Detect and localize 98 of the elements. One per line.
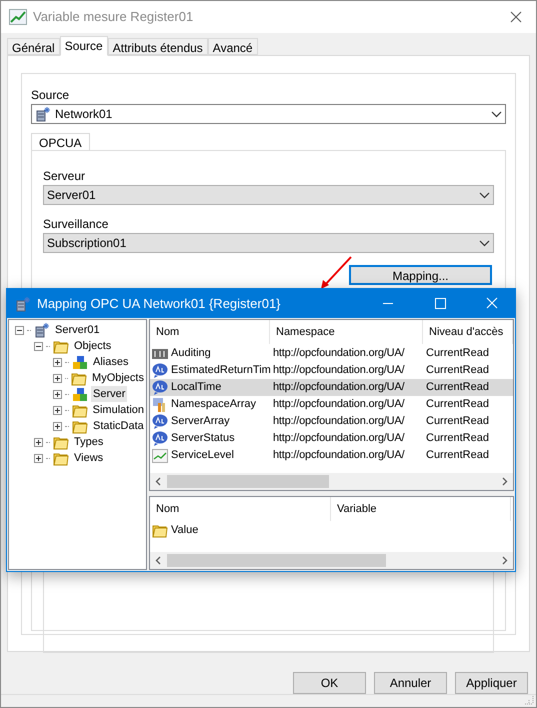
node-name: NamespaceArray bbox=[171, 397, 256, 412]
arrow-annotation bbox=[319, 255, 353, 291]
namespace-cell-text: http://opcfoundation.org/UA/ bbox=[273, 397, 406, 412]
cubes-icon bbox=[72, 386, 88, 402]
collapse-toggle-icon[interactable] bbox=[15, 326, 24, 334]
list-row[interactable]: ServerStatus http://opcfoundation.org/UA/ CurrentRead bbox=[150, 430, 513, 447]
server-icon bbox=[34, 322, 50, 338]
column-header[interactable]: Namespace bbox=[270, 320, 423, 344]
field-label: Surveillance bbox=[43, 216, 110, 233]
tab[interactable]: Général bbox=[7, 38, 60, 55]
folder-icon bbox=[152, 522, 168, 538]
namespace-cell-text: http://opcfoundation.org/UA/ bbox=[273, 346, 406, 362]
expand-toggle-icon[interactable] bbox=[53, 390, 62, 398]
tab[interactable]: Source bbox=[60, 36, 108, 56]
access-cell-text: CurrentRead bbox=[426, 380, 489, 396]
list-row[interactable]: EstimatedReturnTim http://opcfoundation.org/UA/ CurrentRead bbox=[150, 362, 513, 379]
tree-item[interactable]: Objects bbox=[72, 338, 114, 354]
tree-item[interactable]: Aliases bbox=[91, 354, 130, 370]
expand-toggle-icon[interactable] bbox=[34, 454, 43, 462]
folder-icon bbox=[53, 434, 69, 450]
tree-item[interactable]: MyObjects bbox=[90, 370, 146, 386]
trend-chart-icon bbox=[152, 448, 168, 462]
dialog-button[interactable]: Appliquer bbox=[455, 672, 528, 694]
text-bubble-icon bbox=[152, 363, 168, 378]
folder-icon bbox=[71, 370, 88, 386]
column-header[interactable]: Niveau d'accès bbox=[423, 320, 513, 344]
expand-toggle-icon[interactable] bbox=[53, 358, 62, 366]
access-cell-text: CurrentRead bbox=[426, 397, 489, 412]
list-row[interactable]: NamespaceArray http://opcfoundation.org/UA/ CurrentRead bbox=[150, 396, 513, 413]
namespace-cell-text: http://opcfoundation.org/UA/ bbox=[273, 448, 406, 464]
namespace-cell-text: http://opcfoundation.org/UA/ bbox=[273, 363, 406, 378]
subscription-dropdown[interactable]: Subscription01 bbox=[43, 233, 494, 253]
text-bubble-icon bbox=[152, 431, 168, 446]
tab[interactable]: Attributs étendus bbox=[108, 38, 208, 55]
namespace-cell-text: http://opcfoundation.org/UA/ bbox=[273, 380, 406, 396]
dialog-title: Mapping OPC UA Network01 {Register01} bbox=[37, 294, 282, 313]
access-cell-text: CurrentRead bbox=[426, 363, 489, 378]
horizontal-scrollbar[interactable] bbox=[150, 473, 513, 490]
tree-item[interactable]: Server bbox=[91, 386, 128, 402]
access-cell-text: CurrentRead bbox=[426, 346, 489, 362]
dropdown-chevron-icon bbox=[479, 240, 490, 246]
expand-toggle-icon[interactable] bbox=[53, 422, 62, 430]
field-label: Source bbox=[31, 87, 70, 104]
binary-icon bbox=[152, 348, 168, 360]
collapse-toggle-icon[interactable] bbox=[34, 342, 43, 350]
folder-icon bbox=[72, 418, 88, 434]
node-name: ServiceLevel bbox=[171, 448, 234, 464]
folder-icon bbox=[53, 338, 69, 354]
column-header[interactable]: Nom bbox=[150, 320, 270, 344]
dialog-button[interactable]: OK bbox=[293, 672, 366, 694]
namespace-cell-text: http://opcfoundation.org/UA/ bbox=[273, 414, 406, 430]
tree-item[interactable]: Views bbox=[72, 450, 106, 466]
list-row[interactable]: Auditing http://opcfoundation.org/UA/ CurrentRead bbox=[150, 345, 513, 362]
access-cell-text: CurrentRead bbox=[426, 414, 489, 430]
horizontal-scrollbar[interactable] bbox=[150, 552, 513, 569]
text-bubble-icon bbox=[152, 380, 168, 395]
mapping-name: Value bbox=[171, 522, 198, 538]
node-name: Auditing bbox=[171, 346, 211, 362]
tree-item[interactable]: Types bbox=[72, 434, 106, 450]
node-name: LocalTime bbox=[171, 380, 222, 396]
field-label: Serveur bbox=[43, 168, 86, 185]
folder-icon bbox=[53, 450, 69, 466]
resize-grip-icon[interactable] bbox=[524, 695, 534, 705]
expand-toggle-icon[interactable] bbox=[34, 438, 43, 446]
node-name: EstimatedReturnTim bbox=[171, 363, 271, 378]
network-icon bbox=[35, 106, 51, 122]
node-name: ServerStatus bbox=[171, 431, 235, 446]
list-row[interactable]: ServiceLevel http://opcfoundation.org/UA/ CurrentRead bbox=[150, 447, 513, 464]
namespace-cell-text: http://opcfoundation.org/UA/ bbox=[273, 431, 406, 446]
expand-toggle-icon[interactable] bbox=[53, 406, 62, 414]
dropdown-chevron-icon bbox=[491, 110, 502, 118]
list-row[interactable]: ServerArray http://opcfoundation.org/UA/ CurrentRead bbox=[150, 413, 513, 430]
source-dropdown[interactable]: Network01 bbox=[31, 104, 506, 124]
list-row[interactable]: LocalTime http://opcfoundation.org/UA/ CurrentRead bbox=[150, 379, 513, 396]
node-name: ServerArray bbox=[171, 414, 230, 430]
text-bubble-icon bbox=[152, 414, 168, 429]
column-header[interactable]: Nom bbox=[150, 497, 331, 521]
expand-toggle-icon[interactable] bbox=[53, 374, 62, 382]
access-cell-text: CurrentRead bbox=[426, 448, 489, 464]
folder-icon bbox=[72, 402, 88, 418]
array-icon bbox=[152, 396, 168, 412]
tree-item[interactable]: Server01 bbox=[53, 322, 102, 338]
tree-item[interactable]: StaticData bbox=[91, 418, 146, 434]
dropdown-chevron-icon bbox=[479, 192, 490, 198]
close-icon[interactable] bbox=[510, 11, 522, 23]
column-header[interactable]: Variable bbox=[331, 497, 511, 521]
server-dropdown[interactable]: Server01 bbox=[43, 185, 494, 205]
dialog-button[interactable]: Annuler bbox=[374, 672, 447, 694]
chart-line-icon bbox=[9, 9, 27, 25]
tree-item[interactable]: Simulation bbox=[90, 402, 146, 418]
window-title: Variable mesure Register01 bbox=[33, 8, 194, 26]
tab[interactable]: Avancé bbox=[208, 38, 258, 55]
access-cell-text: CurrentRead bbox=[426, 431, 489, 446]
tab[interactable]: OPCUA bbox=[31, 133, 90, 150]
list-row[interactable]: Value bbox=[150, 521, 513, 539]
cubes-icon bbox=[72, 354, 88, 370]
network-icon bbox=[15, 296, 31, 312]
mapping-button[interactable]: Mapping... bbox=[349, 265, 492, 285]
